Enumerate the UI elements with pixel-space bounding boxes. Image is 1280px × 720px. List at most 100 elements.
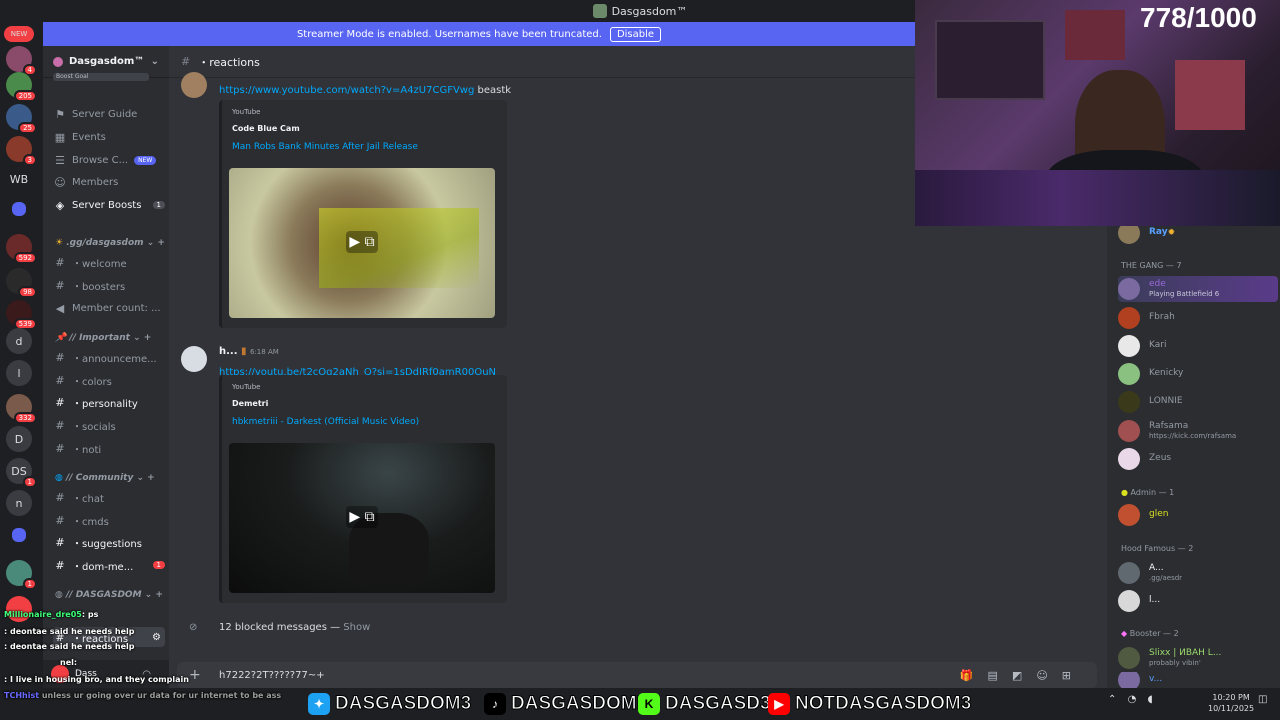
disable-button[interactable]: Disable	[609, 26, 662, 42]
server-wb[interactable]: WB	[6, 166, 32, 192]
channel-title: ・reactions	[198, 55, 260, 69]
member-item[interactable]: v...	[1118, 672, 1278, 688]
channel-socials[interactable]: # ・socials	[53, 415, 165, 435]
stream-chat-line: nel:	[60, 658, 78, 667]
sidebar-item-server-boosts[interactable]: ◈ Server Boosts 1	[53, 195, 165, 215]
member-group-title: Hood Famous — 2	[1121, 544, 1194, 553]
sidebar-item-events[interactable]: ▦ Events	[53, 127, 165, 147]
channel-colors[interactable]: # ・colors	[53, 370, 165, 390]
hash-icon: #	[55, 395, 65, 409]
play-icon[interactable]: ▶ ⧉	[346, 506, 378, 528]
server-icon[interactable]: 332	[6, 394, 37, 424]
member-item[interactable]: Rafsama https://kick.com/rafsama	[1118, 418, 1278, 444]
social-youtube: ▶ NOTDASGASDOM3	[768, 692, 972, 716]
server-icon[interactable]: 205	[6, 72, 37, 102]
server-icon[interactable]: 1	[6, 560, 37, 590]
channel-dom-me[interactable]: # ・dom-me... 1	[53, 555, 165, 575]
embed-title[interactable]: Man Robs Bank Minutes After Jail Release	[232, 142, 497, 152]
avatar[interactable]	[181, 72, 207, 98]
play-icon[interactable]: ▶ ⧉	[346, 231, 378, 253]
webcam-flag	[1175, 60, 1245, 130]
avatar[interactable]	[181, 346, 207, 372]
twitter-icon: ✦	[308, 693, 330, 715]
channel-cmds[interactable]: # ・cmds	[53, 510, 165, 530]
video-thumbnail[interactable]: ▶ ⧉	[229, 443, 495, 593]
gear-icon[interactable]: ⚙	[152, 632, 161, 643]
stream-chat-line: : deontae said he needs help	[4, 642, 135, 651]
server-icon[interactable]: 25	[6, 104, 37, 134]
wifi-icon[interactable]: ◔	[1128, 694, 1137, 705]
sidebar-item-members[interactable]: ☺ Members	[53, 172, 165, 192]
channel-chat[interactable]: # ・chat	[53, 487, 165, 507]
emoji-icon[interactable]: ☺	[1036, 669, 1061, 682]
member-item[interactable]: ede Playing Battlefield 6	[1118, 276, 1278, 302]
channel-suggestions[interactable]: # ・suggestions	[53, 532, 165, 552]
gift-icon[interactable]: 🎁	[960, 669, 988, 682]
server-icon[interactable]: 98	[6, 268, 37, 298]
category-important[interactable]: 📌 // Important ⌄ +	[55, 333, 151, 343]
apps-icon[interactable]: ⊞	[1062, 669, 1085, 682]
hash-icon: #	[181, 55, 191, 68]
server-DS[interactable]: DS 1	[6, 458, 37, 488]
member-item[interactable]: Fbrah	[1118, 305, 1278, 331]
sidebar-item-server-guide[interactable]: ⚑ Server Guide	[53, 104, 165, 124]
server-d[interactable]: d	[6, 328, 32, 354]
browse-icon: ☰	[55, 153, 65, 167]
channel-noti[interactable]: # ・noti	[53, 438, 165, 458]
volume-icon[interactable]: ◖	[1148, 694, 1153, 705]
embed-author[interactable]: Demetri	[232, 399, 497, 408]
category-dasgasdom-link[interactable]: ☀ .gg/dasgasdom ⌄ +	[55, 238, 165, 248]
folder-icon[interactable]	[12, 528, 26, 542]
member-item[interactable]: A... .gg/aesdr	[1118, 560, 1278, 586]
member-item[interactable]: LONNIE	[1118, 389, 1278, 415]
notifications-icon[interactable]: ◫	[1258, 694, 1267, 705]
server-n[interactable]: n	[6, 490, 32, 516]
video-thumbnail[interactable]: ▶ ⧉	[229, 168, 495, 318]
member-item[interactable]: Zeus	[1118, 446, 1278, 472]
category-community[interactable]: ◍ // Community ⌄ +	[55, 473, 155, 483]
server-icon[interactable]: 592	[6, 234, 37, 264]
channel-member-count[interactable]: ◀ Member count: ...	[53, 298, 165, 318]
message-link[interactable]: https://www.youtube.com/watch?v=A4zU7CGF…	[219, 85, 474, 96]
taskbar-clock[interactable]: 10:20 PM 10/11/2025	[1208, 692, 1254, 714]
chevron-up-icon[interactable]: ⌃	[1108, 694, 1116, 705]
member-item[interactable]: glen	[1118, 502, 1278, 528]
channel-personality[interactable]: # ・personality	[53, 392, 165, 412]
member-item[interactable]: l...	[1118, 588, 1278, 614]
member-group-title: THE GANG — 7	[1121, 261, 1182, 270]
message-input-value: h7222?2T?????77~+	[219, 669, 325, 681]
sticker-icon[interactable]: ◩	[1012, 669, 1036, 682]
category-dasgasdom[interactable]: ◍ // DASGASDOM ⌄ +	[55, 590, 163, 600]
sidebar-item-browse[interactable]: ☰ Browse C... NEW	[53, 150, 165, 170]
message-input[interactable]: + h7222?2T?????77~+ 🎁▤◩☺⊞	[177, 662, 1097, 688]
boost-goal-bar[interactable]: Boost Goal	[53, 73, 149, 81]
member-item[interactable]: Kari	[1118, 333, 1278, 359]
member-item[interactable]: Kenicky	[1118, 361, 1278, 387]
server-new-badge[interactable]: NEW	[4, 26, 34, 42]
channel-welcome[interactable]: # ・welcome	[53, 252, 165, 272]
embed-title[interactable]: hbkmetriii - Darkest (Official Music Vid…	[232, 417, 497, 427]
embed-author[interactable]: Code Blue Cam	[232, 124, 497, 133]
channel-boosters[interactable]: # ・boosters	[53, 275, 165, 295]
chat-header: # ・reactions	[169, 46, 915, 78]
server-D[interactable]: D	[6, 426, 32, 452]
hash-icon: #	[55, 418, 65, 432]
server-icon[interactable]: 4	[6, 46, 37, 76]
channel-announcements[interactable]: # ・announceme...	[53, 347, 165, 367]
gif-icon[interactable]: ▤	[988, 669, 1012, 682]
message-username[interactable]: h... ▮ 6:18 AM	[219, 346, 279, 357]
member-item[interactable]: Slixx | ИВАН L... probably vibin'	[1118, 645, 1278, 671]
show-blocked-link[interactable]: Show	[343, 622, 370, 633]
server-icon[interactable]: 539	[6, 300, 37, 330]
folder-icon[interactable]	[12, 202, 26, 216]
server-list: NEW 4 205 25 3 WB 592 98 539 d l 332 D D…	[0, 22, 43, 688]
add-attachment-icon[interactable]: +	[189, 667, 201, 683]
webcam-poster	[1065, 10, 1125, 60]
hash-icon: #	[55, 255, 65, 269]
server-l[interactable]: l	[6, 360, 32, 386]
embed-provider: YouTube	[232, 383, 261, 391]
stream-chat-line: Millionaire_dre05: ps	[4, 610, 99, 619]
app-icon	[592, 4, 607, 18]
hash-icon: #	[55, 350, 65, 364]
server-icon[interactable]: 3	[6, 136, 37, 166]
